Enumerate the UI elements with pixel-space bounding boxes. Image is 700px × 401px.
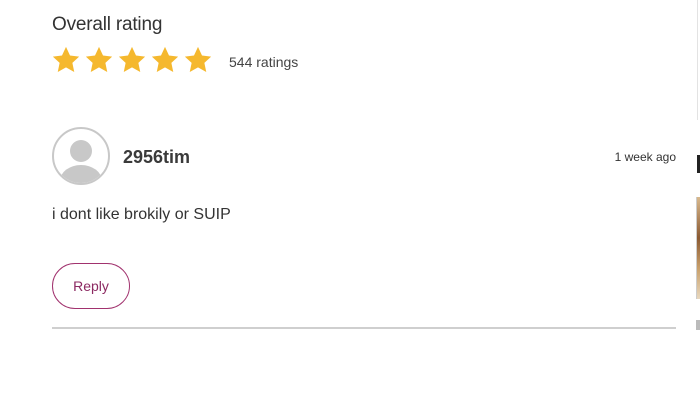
star-icon — [85, 46, 113, 72]
star-icon — [151, 46, 179, 72]
user-avatar[interactable] — [52, 127, 110, 185]
default-user-avatar-icon — [60, 140, 102, 183]
star-icon — [52, 46, 80, 72]
comment-timestamp: 1 week ago — [614, 150, 676, 164]
overall-rating-heading: Overall rating — [52, 14, 163, 35]
comment-body: i dont like brokily or SUIP — [52, 206, 231, 223]
sidebar-thumbnail-fragment[interactable] — [696, 197, 700, 299]
reply-button[interactable]: Reply — [52, 263, 130, 309]
comment-divider — [52, 327, 676, 329]
sidebar-edge-line — [697, 0, 698, 120]
star-icon — [184, 46, 212, 72]
ratings-count: 544 ratings — [229, 54, 299, 70]
sidebar-edge-fragment — [696, 320, 700, 330]
star-rating — [51, 45, 213, 75]
review-page: Overall rating 544 ratings 2956tim 1 wee… — [0, 0, 700, 401]
comment-username[interactable]: 2956tim — [123, 147, 190, 168]
star-icon — [118, 46, 146, 72]
